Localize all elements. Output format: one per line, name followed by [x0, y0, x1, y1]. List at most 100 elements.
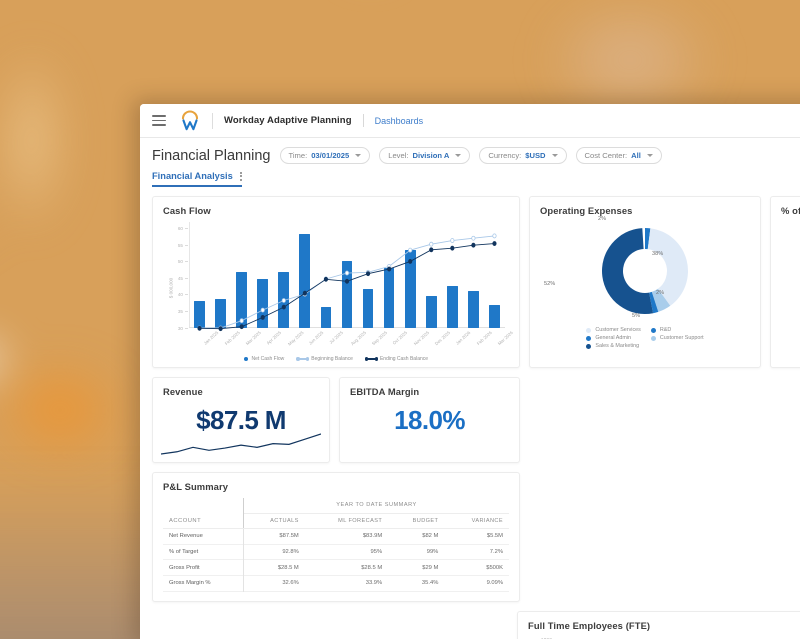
- cash-flow-data-point[interactable]: [240, 319, 243, 323]
- pl-account-cell: % of Target: [163, 544, 245, 560]
- legend-item[interactable]: Customer Support: [650, 335, 704, 341]
- table-row[interactable]: Net Revenue $87.5M $83.9M $82 M $5.5M: [163, 528, 509, 545]
- cash-flow-x-label: Jul 2025: [328, 330, 344, 345]
- pl-account-header: ACCOUNT: [163, 498, 245, 530]
- legend-line-icon: [296, 356, 310, 362]
- fte-row: Full Time Employees (FTE) Number of Empl…: [140, 611, 800, 639]
- hamburger-icon[interactable]: [152, 115, 166, 126]
- brand-name: Workday Adaptive Planning: [224, 115, 352, 126]
- card-ebitda-margin: EBITDA Margin 18.0%: [339, 377, 520, 463]
- cash-flow-x-label: Dec 2025: [434, 330, 452, 347]
- cash-flow-data-point[interactable]: [451, 246, 454, 250]
- fte-chart[interactable]: Number of Employees 12001100100090080070…: [528, 635, 800, 639]
- pl-value-cell: 7.2%: [489, 549, 503, 556]
- cash-flow-x-label: Sep 2025: [370, 330, 389, 347]
- card-cash-flow: Cash Flow $ 000,000 60 55 50 45 40 35 30 Jan 2…: [152, 196, 520, 368]
- cash-flow-y-tick: 40: [165, 292, 188, 297]
- legend-column: R&D Customer Support: [650, 327, 704, 349]
- filter-cost-center-value: All: [631, 151, 641, 160]
- card-title-pl-summary: P&L Summary: [163, 481, 229, 492]
- legend-item[interactable]: Customer Services: [586, 327, 641, 333]
- table-row[interactable]: Gross Profit $28.5 M $28.5 M $29 M $500K: [163, 559, 509, 576]
- cash-flow-data-point[interactable]: [472, 236, 475, 240]
- donut-slice-label: 5%: [632, 313, 641, 319]
- chevron-down-icon: [455, 154, 462, 157]
- cash-flow-x-label: May 2025: [286, 330, 305, 347]
- cash-flow-x-label: Oct 2025: [391, 330, 409, 346]
- more-options-icon[interactable]: [239, 171, 242, 181]
- cash-flow-x-label: Mar 2025: [244, 330, 262, 347]
- legend-dot-icon: [586, 343, 592, 349]
- legend-item[interactable]: R&D: [650, 327, 704, 333]
- cash-flow-data-point[interactable]: [387, 267, 390, 271]
- cash-flow-data-point[interactable]: [472, 243, 475, 247]
- filter-time[interactable]: Time: 03/01/2025: [279, 147, 371, 164]
- operating-expenses-legend: Customer Services General Admin Sales & Ma…: [540, 327, 750, 349]
- cash-flow-y-tick: 35: [165, 309, 188, 314]
- card-full-time-employees: Full Time Employees (FTE) Number of Empl…: [517, 611, 800, 639]
- cash-flow-x-label: Jan 2025: [202, 330, 219, 346]
- nav-divider: [212, 112, 213, 129]
- filter-level-value: Division A: [412, 151, 450, 160]
- cash-flow-data-point[interactable]: [282, 305, 285, 309]
- card-pl-summary: P&L Summary ACCOUNT YEAR TO DATE SUMMARY…: [152, 472, 520, 602]
- pl-account-cell: Gross Profit: [163, 559, 245, 576]
- donut-svg: [602, 228, 688, 314]
- filter-cost-center[interactable]: Cost Center: All: [575, 147, 662, 164]
- cash-flow-data-point[interactable]: [430, 242, 433, 246]
- card-title-fte: Full Time Employees (FTE): [528, 620, 651, 631]
- legend-dot-icon: [586, 327, 592, 333]
- cash-flow-y-tick: 30: [165, 326, 188, 331]
- cash-flow-y-tick: 55: [165, 243, 188, 248]
- cash-flow-data-point[interactable]: [493, 234, 496, 238]
- chevron-down-icon: [646, 154, 653, 157]
- pl-table-head: ACCOUNT YEAR TO DATE SUMMARY ACTUALS ML F…: [163, 498, 509, 530]
- cash-flow-data-point[interactable]: [409, 248, 412, 252]
- legend-dot-icon: [650, 327, 656, 333]
- dashboards-link[interactable]: Dashboards: [375, 116, 424, 126]
- table-row[interactable]: % of Target 92.8% 95% 99% 7.2%: [163, 544, 509, 560]
- pl-value-cell: $28.5 M: [361, 564, 383, 571]
- chevron-down-icon: [355, 154, 362, 157]
- tab-financial-analysis[interactable]: Financial Analysis: [152, 171, 242, 187]
- filter-level-label: Level:: [388, 151, 409, 160]
- left-column: Cash Flow $ 000,000 60 55 50 45 40 35 30 Jan 2…: [152, 196, 520, 602]
- cash-flow-data-point[interactable]: [324, 277, 327, 281]
- cash-flow-data-point[interactable]: [261, 308, 264, 312]
- pl-value-cell: $5.5M: [486, 533, 503, 540]
- table-row[interactable]: Gross Margin % 32.6% 33.9% 35.4% 9.09%: [163, 575, 509, 592]
- application-window: Workday Adaptive Planning Dashboards Fin…: [140, 104, 800, 639]
- legend-item[interactable]: General Admin: [586, 335, 641, 341]
- cash-flow-x-labels: Jan 2025 Feb 2025 Mar 2025 Apr 2025 May 2025…: [189, 328, 514, 350]
- cash-flow-chart[interactable]: $ 000,000 60 55 50 45 40 35 30 Jan 2025 Feb 202…: [163, 218, 514, 358]
- legend-line-icon: [364, 356, 378, 362]
- cash-flow-data-point[interactable]: [303, 291, 306, 295]
- operating-expenses-donut[interactable]: 2% 38% 2% 5% 52%: [540, 216, 750, 326]
- pl-group-header-row: ACCOUNT YEAR TO DATE SUMMARY: [163, 498, 509, 530]
- workday-logo-icon[interactable]: [179, 109, 201, 133]
- filter-level[interactable]: Level: Division A: [379, 147, 471, 164]
- cash-flow-data-point[interactable]: [345, 271, 348, 275]
- page-title: Financial Planning: [152, 147, 271, 164]
- cash-flow-data-point[interactable]: [409, 259, 412, 263]
- legend-item[interactable]: Sales & Marketing: [586, 343, 641, 349]
- cash-flow-data-point[interactable]: [282, 298, 285, 302]
- cash-flow-data-point[interactable]: [261, 315, 264, 319]
- cash-flow-data-point[interactable]: [345, 279, 348, 283]
- legend-label: Customer Services: [595, 327, 641, 333]
- cash-flow-y-tick: 45: [165, 276, 188, 281]
- page-header: Financial Planning Time: 03/01/2025 Leve…: [140, 138, 800, 164]
- filter-currency[interactable]: Currency: $USD: [479, 147, 567, 164]
- legend-label: R&D: [659, 327, 672, 333]
- donut-slice-label: 2%: [656, 290, 665, 296]
- cash-flow-data-point[interactable]: [430, 248, 433, 252]
- card-title-cash-flow: Cash Flow: [163, 205, 211, 216]
- tab-strip: Financial Analysis: [140, 164, 800, 187]
- legend-label: Sales & Marketing: [595, 343, 640, 349]
- card-revenue: Revenue $87.5 M: [152, 377, 330, 463]
- cash-flow-data-point[interactable]: [366, 272, 369, 276]
- legend-column: Customer Services General Admin Sales & Ma…: [586, 327, 641, 349]
- card-pct-of-target: % of Ta: [770, 196, 800, 368]
- cash-flow-data-point[interactable]: [451, 239, 454, 243]
- cash-flow-data-point[interactable]: [493, 242, 496, 246]
